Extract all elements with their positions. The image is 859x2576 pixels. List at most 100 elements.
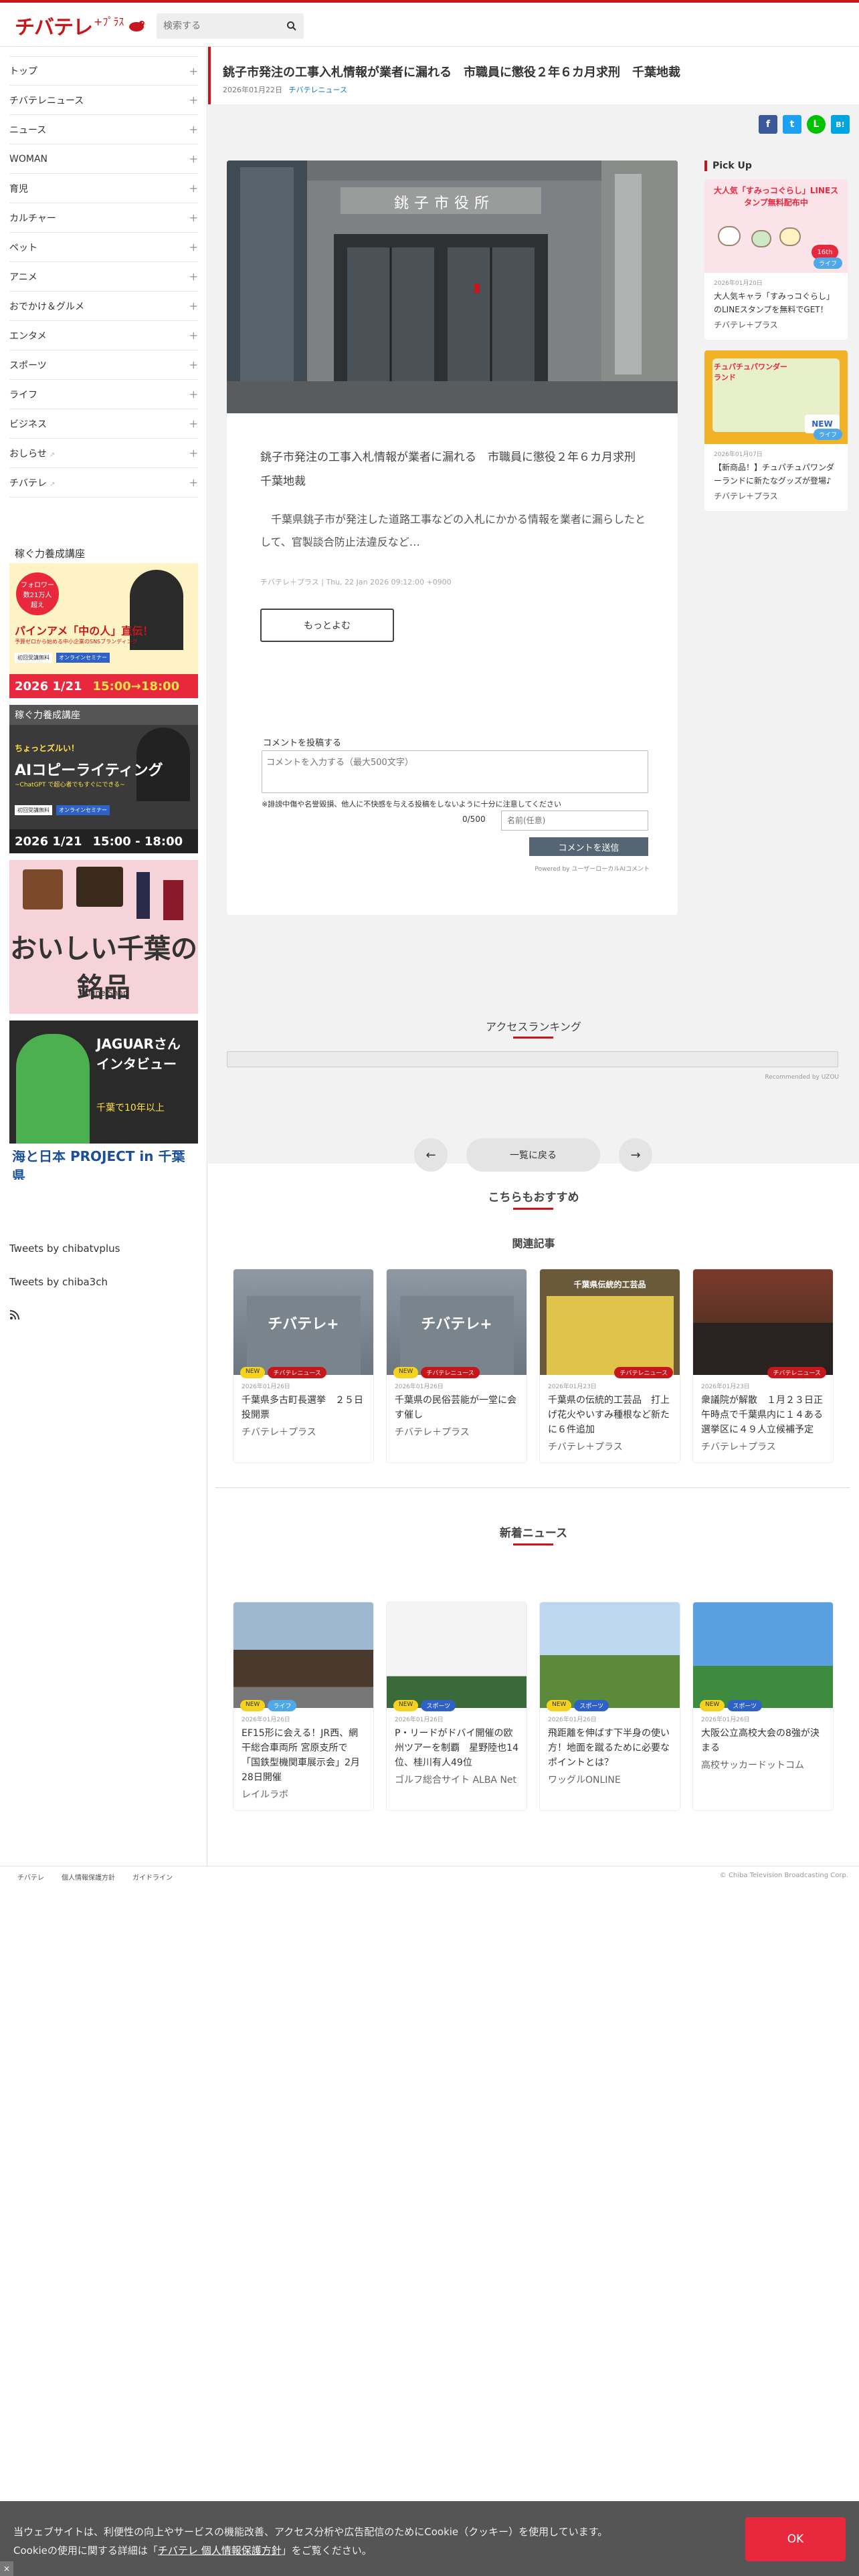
expand-plus-icon[interactable]: +: [189, 152, 198, 165]
article-src: レイルラボ: [242, 1790, 288, 1800]
article-card[interactable]: 千葉県伝統的工芸品 チバテレニュース 2026年01月23日 千葉県の伝統的工芸品 打…: [540, 1269, 680, 1463]
pickup2-image-text: チュパチュパワンダーランド: [714, 362, 787, 382]
expand-plus-icon[interactable]: +: [189, 123, 198, 136]
nav-item-label: トップ: [9, 66, 37, 77]
nav-item-text: WOMAN: [9, 154, 47, 165]
latest-heading: 新着ニュース: [499, 1527, 568, 1540]
article-card[interactable]: チバテレニュース 2026年01月23日 衆議院が解散 １月２３日正午時点で千葉県内…: [693, 1269, 833, 1463]
pickup1-image-text: 大人気「すみっコぐらし」LINEスタンプ無料配布中: [713, 186, 839, 207]
line-share-icon[interactable]: L: [807, 115, 826, 134]
article-card: 銚子市役所 銚子市発注の工事入札情報が業者に漏れる 市職員に懲役２年６カ月求刑 …: [227, 160, 678, 915]
search-icon[interactable]: [286, 21, 297, 31]
cookie-close-icon[interactable]: ×: [0, 2561, 13, 2576]
cookie-ok-button[interactable]: OK: [745, 2517, 846, 2561]
nav-item[interactable]: おでかけ＆グルメ +: [9, 292, 198, 321]
twitter-share-icon[interactable]: t: [783, 115, 801, 134]
article-title: EF15形に会える！JR西、網干総合車両所 宮原支所で「国鉄型機関車展示会」2月…: [242, 1728, 360, 1783]
comment-submit-button[interactable]: コメントを送信: [529, 837, 648, 856]
read-more-button[interactable]: もっとよむ: [260, 609, 394, 642]
article-hero-image: 銚子市役所: [227, 160, 678, 413]
nav-item-label: ライフ: [9, 389, 37, 401]
nav-item[interactable]: カルチャー +: [9, 203, 198, 233]
article-thumbnail: [693, 1269, 833, 1375]
article-card[interactable]: NEW スポーツ 2026年01月26日 大阪公立高校大会の8強が決まる 高校サッカード…: [693, 1602, 833, 1810]
nav-item[interactable]: アニメ +: [9, 262, 198, 292]
article-thumbnail: [693, 1602, 833, 1708]
rss-icon[interactable]: [9, 1309, 20, 1320]
nav-item[interactable]: チバテレニュース +: [9, 86, 198, 115]
banner-ai-copywriting-seminar[interactable]: 稼ぐ力養成講座 ちょっとズルい！ AIコピーライティング ~ChatGPT で超…: [9, 705, 198, 853]
expand-plus-icon[interactable]: +: [189, 447, 198, 459]
category-badge: チバテレニュース: [614, 1367, 673, 1378]
banner-chiba-meihin-shop[interactable]: おいしい千葉の銘品 Online Shop: [9, 860, 198, 1014]
expand-plus-icon[interactable]: +: [189, 270, 198, 283]
nav-item-text: エンタメ: [9, 329, 47, 342]
related-heading: 関連記事: [512, 1237, 555, 1250]
nav-item[interactable]: エンタメ +: [9, 321, 198, 350]
new-badge: NEW: [240, 1700, 266, 1711]
banner-pineame-seminar[interactable]: 稼ぐ力養成講座 フォロワー数21万人超え パインアメ「中の人」直伝！ 予算ゼロか…: [9, 543, 198, 698]
nav-item[interactable]: トップ +: [9, 56, 198, 86]
article-excerpt: 千葉県銚子市が発注した道路工事などの入札にかかる情報を業者に漏らしたとして、官製…: [260, 513, 646, 548]
footer-link-privacy[interactable]: 個人情報保護方針: [62, 1872, 115, 1882]
expand-plus-icon[interactable]: +: [189, 65, 198, 78]
nav-item[interactable]: チバテレ ↗ +: [9, 468, 198, 498]
article-card[interactable]: チバテレ+ NEW チバテレニュース 2026年01月26日 千葉県の民俗芸能が一堂に会…: [387, 1269, 527, 1463]
banner2-sub: ちょっとズルい！: [15, 744, 80, 753]
article-src: ワッグルONLINE: [548, 1775, 621, 1786]
article-card[interactable]: NEW スポーツ 2026年01月26日 飛距離を伸ばす下半身の使い方！地面を蹴るため…: [540, 1602, 680, 1810]
hero-sign-text: 銚子市役所: [393, 195, 494, 212]
nav-item-label: ペット: [9, 242, 37, 253]
expand-plus-icon[interactable]: +: [189, 211, 198, 224]
banner-umi-to-nippon[interactable]: 海と日本 PROJECT in 千葉県: [9, 1150, 198, 1180]
nav-item[interactable]: おしらせ ↗ +: [9, 439, 198, 468]
expand-plus-icon[interactable]: +: [189, 182, 198, 195]
expand-plus-icon[interactable]: +: [189, 329, 198, 342]
pickup1-date: 2026年01月20日: [714, 280, 763, 287]
search-input[interactable]: [163, 21, 286, 31]
expand-plus-icon[interactable]: +: [189, 300, 198, 312]
comment-name-input[interactable]: [501, 811, 648, 831]
facebook-share-icon[interactable]: f: [759, 115, 777, 134]
expand-plus-icon[interactable]: +: [189, 358, 198, 371]
article-card[interactable]: NEW ライフ 2026年01月26日 EF15形に会える！JR西、網干総合車両所 宮…: [233, 1602, 373, 1810]
article-card[interactable]: NEW スポーツ 2026年01月26日 P・リードがドバイ開催の欧州ツアーを制覇 星…: [387, 1602, 527, 1810]
banner-jaguar-interview[interactable]: JAGUARさんインタビュー 千葉で10年以上: [9, 1021, 198, 1144]
tweets-chiba3ch-link[interactable]: Tweets by chiba3ch: [9, 1276, 198, 1288]
article-title: 銚子市発注の工事入札情報が業者に漏れる 市職員に懲役２年６カ月求刑 千葉地裁: [223, 66, 680, 80]
site-logo[interactable]: チバテレ +ﾌﾟﾗｽ: [15, 12, 147, 39]
banner3-product2: [76, 867, 123, 907]
article-src: チバテレ＋プラス: [701, 1442, 776, 1453]
nav-item[interactable]: ビジネス +: [9, 409, 198, 439]
article-source-meta: チバテレ＋プラス | Thu, 22 Jan 2026 09:12:00 +09…: [260, 578, 452, 586]
tweets-chibatvplus-link[interactable]: Tweets by chibatvplus: [9, 1243, 198, 1255]
banner2-headline: AIコピーライティング: [15, 762, 163, 779]
hatena-bookmark-icon[interactable]: B!: [831, 115, 850, 134]
pickup-card[interactable]: チュパチュパワンダーランド NEW ライフ 2026年01月07日 【新商品！】…: [704, 350, 848, 511]
pickup-card[interactable]: 大人気「すみっコぐらし」LINEスタンプ無料配布中 16th ライフ 2026年…: [704, 179, 848, 340]
comment-textarea[interactable]: [262, 750, 648, 793]
nav-item[interactable]: WOMAN +: [9, 144, 198, 174]
expand-plus-icon[interactable]: +: [189, 94, 198, 106]
footer-link-guideline[interactable]: ガイドライン: [132, 1872, 173, 1882]
nav-item-text: チバテレニュース: [9, 94, 84, 107]
article-category-link[interactable]: チバテレニュース: [289, 86, 347, 94]
nav-item[interactable]: ペット +: [9, 233, 198, 262]
expand-plus-icon[interactable]: +: [189, 476, 198, 489]
search-box[interactable]: [157, 13, 304, 39]
nav-item[interactable]: ライフ +: [9, 380, 198, 409]
nav-item[interactable]: ニュース +: [9, 115, 198, 144]
expand-plus-icon[interactable]: +: [189, 241, 198, 253]
pickup-image-chupachupa: チュパチュパワンダーランド NEW ライフ: [704, 350, 848, 444]
expand-plus-icon[interactable]: +: [189, 417, 198, 430]
copyright: © Chiba Television Broadcasting Corp.: [719, 1872, 848, 1879]
article-tags: チバテレニュース: [767, 1367, 826, 1378]
nav-item[interactable]: 育児 +: [9, 174, 198, 203]
article-title: 大阪公立高校大会の8強が決まる: [701, 1728, 820, 1753]
article-src: ゴルフ総合サイト ALBA Net: [395, 1775, 517, 1786]
cookie-privacy-link[interactable]: チバテレ 個人情報保護方針: [158, 2545, 282, 2557]
footer-link-chibatele[interactable]: チバテレ: [17, 1872, 44, 1882]
article-card[interactable]: チバテレ+ NEW チバテレニュース 2026年01月26日 千葉県多古町長選挙 ２５日…: [233, 1269, 373, 1463]
nav-item[interactable]: スポーツ +: [9, 350, 198, 380]
expand-plus-icon[interactable]: +: [189, 388, 198, 401]
